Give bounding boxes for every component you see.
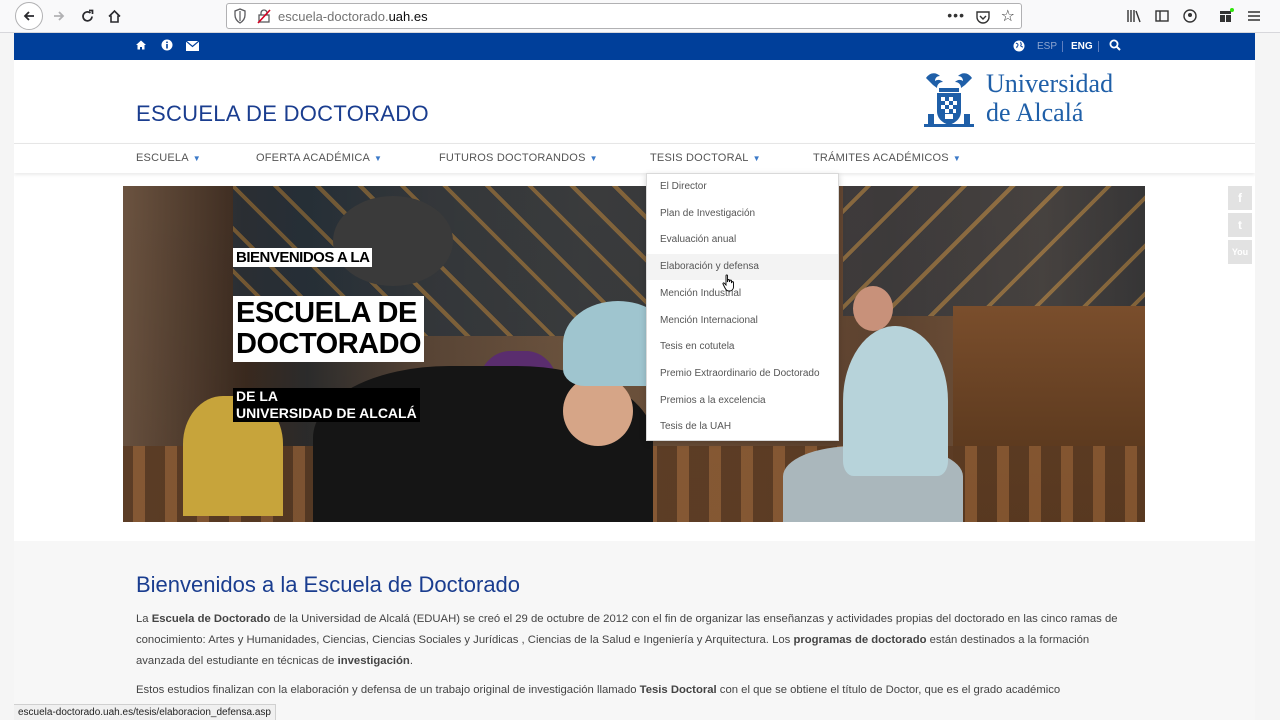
hero-welcome-text: BIENVENIDOS A LA [233, 248, 373, 267]
hero-subtitle-line: DE LA [236, 388, 278, 404]
university-name-logo[interactable]: Universidad de Alcalá [986, 69, 1113, 127]
youtube-icon[interactable]: You [1228, 240, 1252, 264]
hero-banner-image: BIENVENIDOS A LA ESCUELA DE DOCTORADO DE… [123, 186, 1145, 522]
url-text[interactable]: escuela-doctorado.uah.es [278, 9, 428, 24]
envelope-icon[interactable] [186, 41, 199, 51]
library-icon[interactable] [1124, 6, 1144, 26]
caret-down-icon: ▼ [374, 154, 383, 163]
lang-esp-link[interactable]: ESP [1037, 41, 1057, 52]
tesis-doctoral-dropdown-menu: El Director Plan de Investigación Evalua… [646, 173, 839, 441]
home-button[interactable] [100, 3, 128, 29]
nav-item-label: ESCUELA [136, 152, 189, 164]
search-icon[interactable] [1109, 39, 1121, 51]
caret-down-icon: ▼ [192, 154, 201, 163]
lang-eng-link[interactable]: ENG [1071, 41, 1093, 52]
text-run: Estos estudios finalizan con la elaborac… [136, 684, 640, 696]
facebook-icon[interactable]: f [1228, 186, 1252, 210]
hero-title-line: ESCUELA DE [236, 297, 417, 329]
shield-icon[interactable] [233, 8, 247, 24]
text-run: con el que se obtiene el título de Docto… [716, 684, 1061, 696]
menu-icon[interactable] [1244, 6, 1264, 26]
window-margin-left [0, 33, 14, 720]
divider [1062, 41, 1063, 52]
account-icon[interactable] [1180, 6, 1200, 26]
uni-name-line1: Universidad [986, 69, 1114, 98]
sidebar-icon[interactable] [1152, 6, 1172, 26]
forward-button[interactable] [45, 3, 73, 29]
home-icon[interactable] [135, 39, 147, 51]
arrow-left-icon [23, 11, 34, 21]
browser-toolbar: escuela-doctorado.uah.es ••• ☆ [0, 0, 1280, 33]
nav-item-label: FUTUROS DOCTORANDOS [439, 152, 586, 164]
back-button[interactable] [15, 2, 43, 30]
caret-down-icon: ▼ [752, 154, 761, 163]
web-page: ESP ENG ESCUELA DE DOCTORADO Universidad… [14, 33, 1255, 720]
menu-item-evaluacion-anual[interactable]: Evaluación anual [647, 227, 838, 253]
home-icon [107, 9, 121, 23]
reload-button[interactable] [73, 3, 101, 29]
nav-item-label: TESIS DOCTORAL [650, 152, 749, 164]
text-bold: programas de doctorado [793, 634, 927, 646]
hero-main-title: ESCUELA DE DOCTORADO [233, 296, 425, 362]
site-header: ESCUELA DE DOCTORADO Universidad de Alca… [14, 60, 1255, 143]
info-icon[interactable] [161, 39, 173, 51]
second-paragraph: Estos estudios finalizan con la elaborac… [136, 680, 1126, 701]
intro-paragraph: La Escuela de Doctorado de la Universida… [136, 609, 1126, 672]
text-bold: investigación [337, 655, 410, 667]
bookmark-star-icon[interactable]: ☆ [1001, 6, 1015, 26]
text-run: La [136, 613, 152, 625]
page-heading: Bienvenidos a la Escuela de Doctorado [136, 572, 521, 597]
menu-item-tesis-uah[interactable]: Tesis de la UAH [647, 414, 838, 440]
nav-item-label: OFERTA ACADÉMICA [256, 152, 371, 164]
page-actions-button[interactable]: ••• [947, 7, 965, 23]
caret-down-icon: ▼ [589, 154, 598, 163]
main-content: Bienvenidos a la Escuela de Doctorado La… [14, 541, 1255, 720]
main-navigation: ESCUELA ▼ OFERTA ACADÉMICA ▼ FUTUROS DOCTO… [14, 143, 1255, 173]
nav-item-tesis-doctoral[interactable]: TESIS DOCTORAL ▼ [650, 152, 761, 164]
hero-title-line: DOCTORADO [236, 328, 422, 360]
nav-item-escuela[interactable]: ESCUELA ▼ [136, 152, 201, 164]
site-title[interactable]: ESCUELA DE DOCTORADO [136, 101, 429, 127]
url-bar[interactable]: escuela-doctorado.uah.es ••• ☆ [226, 3, 1022, 29]
hand-pointer-cursor-icon [722, 274, 734, 292]
hero-figure [853, 286, 893, 331]
hero-figure [843, 326, 948, 476]
status-bar-url: escuela-doctorado.uah.es/tesis/elaboraci… [14, 704, 276, 720]
top-utility-bar: ESP ENG [14, 33, 1255, 60]
divider [1098, 41, 1099, 52]
university-crest-logo[interactable] [922, 70, 976, 128]
reload-icon [81, 9, 93, 22]
nav-item-tramites-academicos[interactable]: TRÁMITES ACADÉMICOS ▼ [813, 152, 961, 164]
menu-item-premio-extraordinario[interactable]: Premio Extraordinario de Doctorado [647, 361, 838, 387]
text-bold: Tesis Doctoral [639, 684, 717, 696]
pocket-icon[interactable] [975, 9, 991, 25]
hero-subtitle: DE LA UNIVERSIDAD DE ALCALÁ [233, 388, 420, 422]
hero-figure [333, 196, 453, 286]
nav-item-label: TRÁMITES ACADÉMICOS [813, 152, 949, 164]
menu-item-mencion-industrial[interactable]: Mención Industrial [647, 281, 838, 307]
extensions-icon[interactable] [1216, 6, 1236, 26]
nav-item-oferta-academica[interactable]: OFERTA ACADÉMICA ▼ [256, 152, 382, 164]
menu-item-premios-excelencia[interactable]: Premios a la excelencia [647, 388, 838, 414]
url-prefix: escuela-doctorado. [278, 9, 389, 24]
url-domain: uah.es [388, 9, 428, 24]
menu-item-plan-investigacion[interactable]: Plan de Investigación [647, 201, 838, 227]
nav-item-futuros-doctorandos[interactable]: FUTUROS DOCTORANDOS ▼ [439, 152, 598, 164]
menu-item-tesis-cotutela[interactable]: Tesis en cotutela [647, 334, 838, 360]
text-run: . [409, 655, 413, 667]
hero-subtitle-line: UNIVERSIDAD DE ALCALÁ [236, 405, 417, 421]
menu-item-el-director[interactable]: El Director [647, 174, 838, 200]
arrow-right-icon [54, 11, 65, 21]
insecure-lock-icon[interactable] [257, 8, 271, 24]
caret-down-icon: ▼ [952, 154, 961, 163]
text-bold: Escuela de Doctorado [151, 613, 271, 625]
twitter-icon[interactable]: t [1228, 213, 1252, 237]
menu-item-mencion-internacional[interactable]: Mención Internacional [647, 308, 838, 334]
hero-figure [563, 376, 633, 446]
globe-icon[interactable] [1013, 40, 1025, 52]
menu-item-elaboracion-defensa[interactable]: Elaboración y defensa [647, 254, 838, 280]
window-margin-right [1255, 33, 1280, 720]
uni-name-line2: de Alcalá [986, 98, 1084, 127]
